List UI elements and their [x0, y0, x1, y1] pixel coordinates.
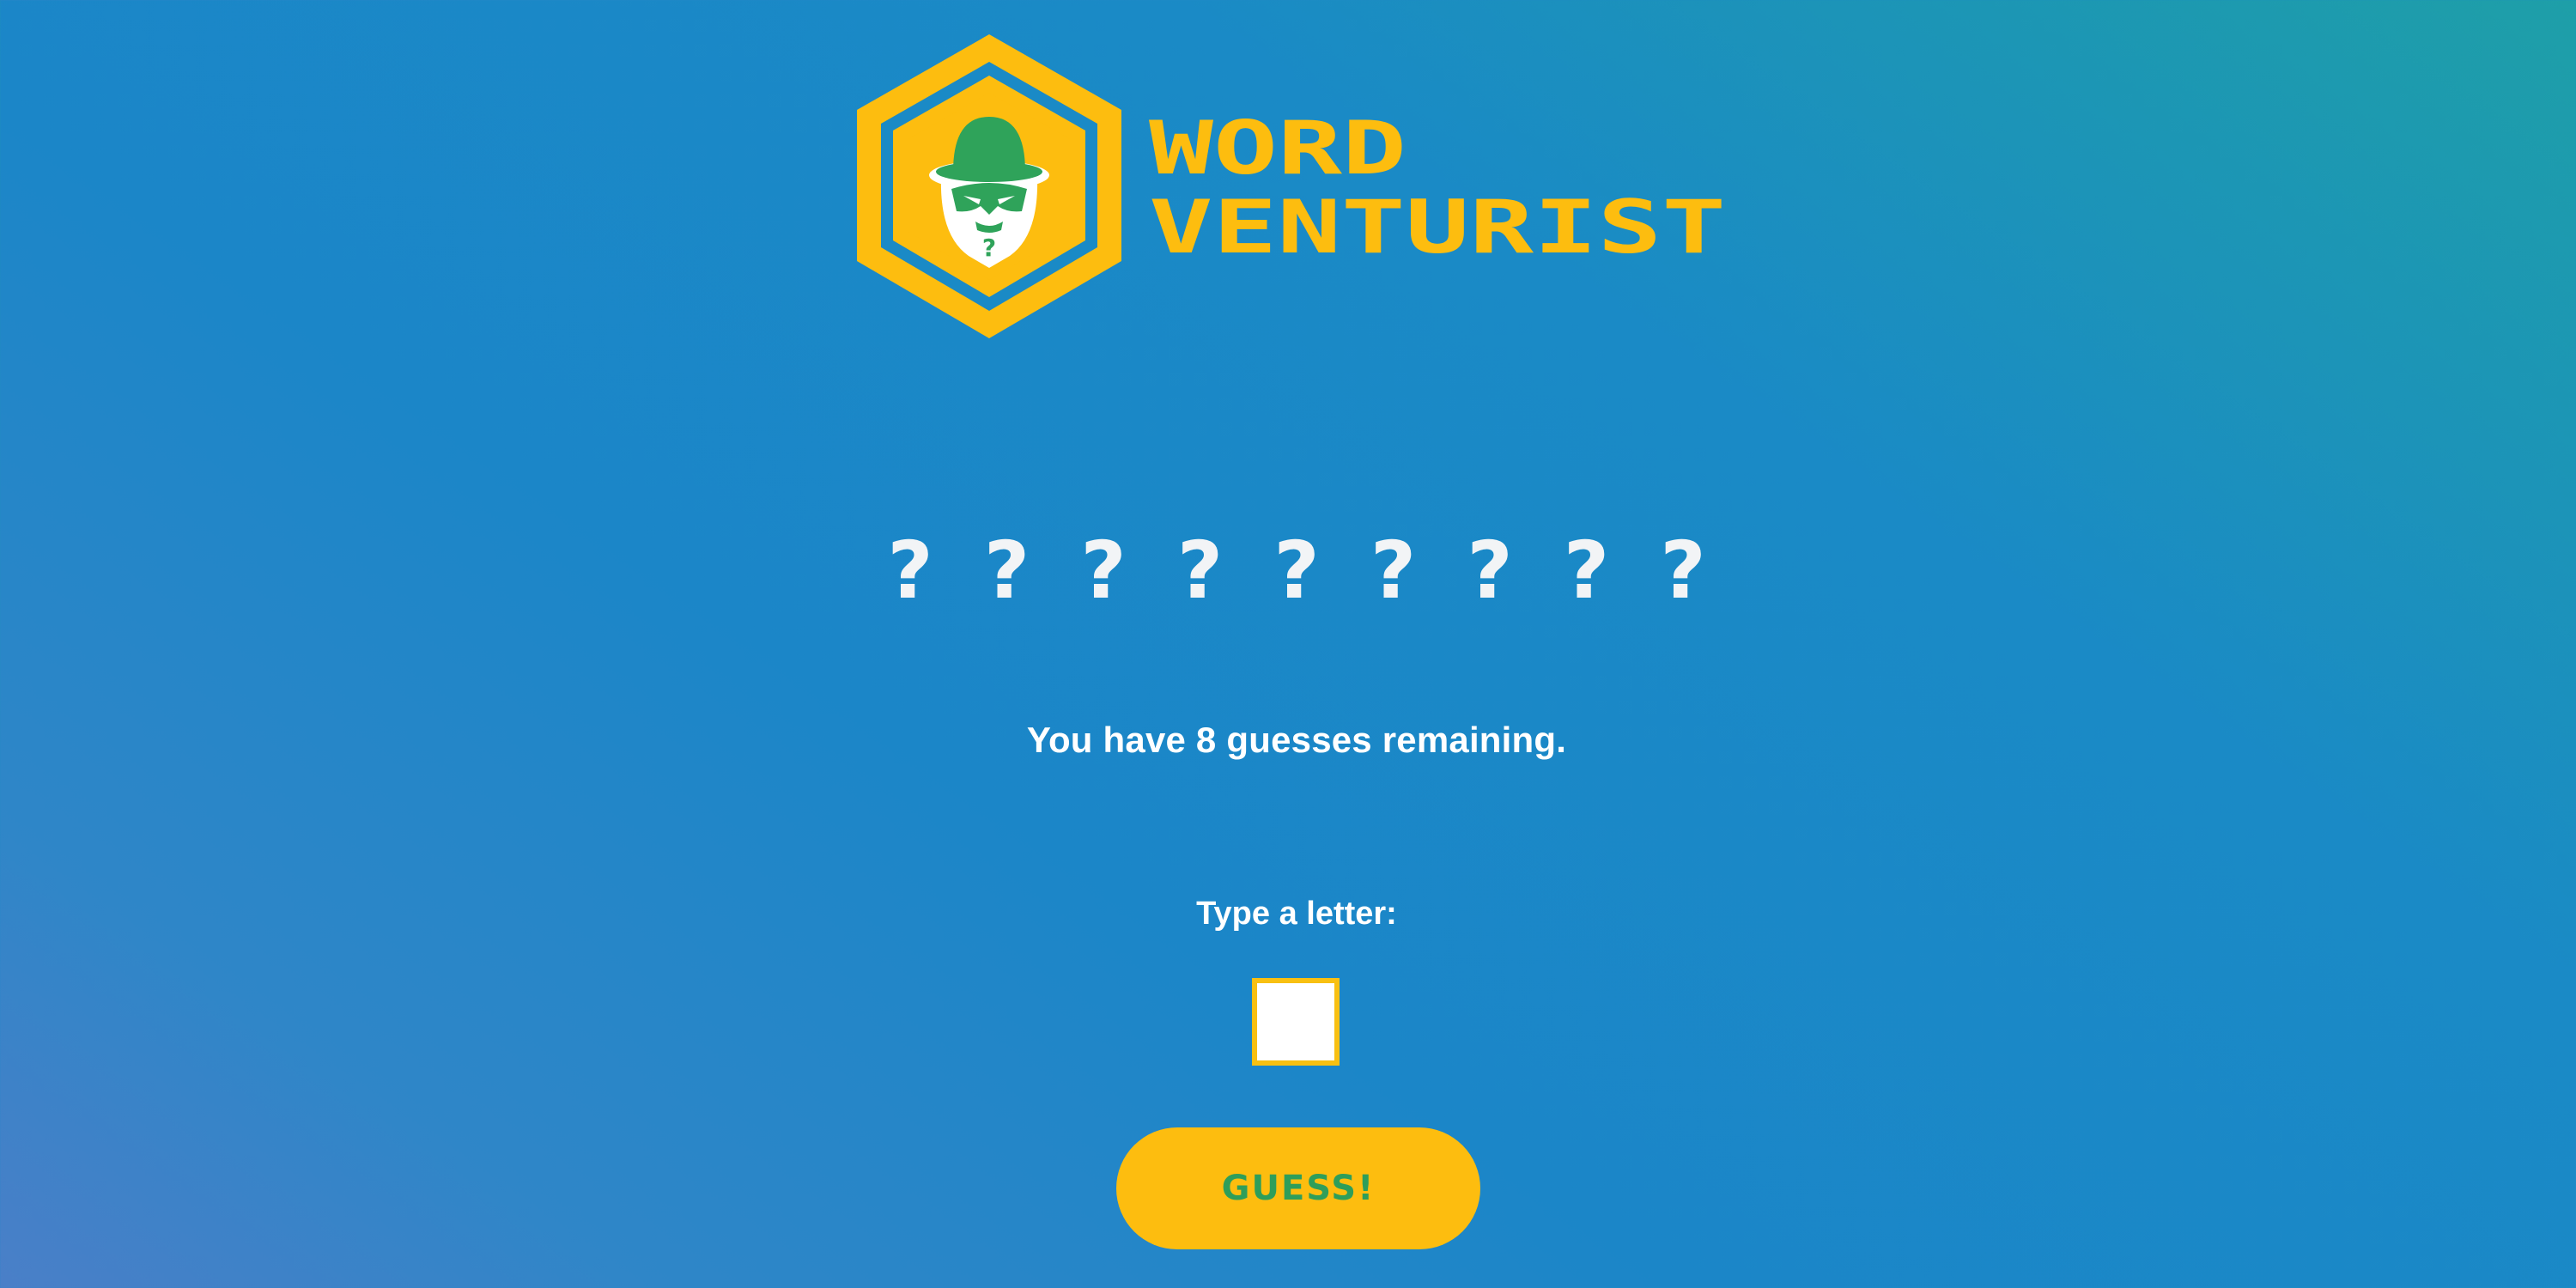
guess-button[interactable]: GUESS!	[1116, 1127, 1480, 1249]
letter-slot: ?	[1370, 525, 1417, 617]
letter-slot: ?	[983, 525, 1030, 617]
logo-word-line2: VENTURIST	[1149, 185, 1726, 270]
letter-slot: ?	[1080, 525, 1127, 617]
game-logo: ? WORD VENTURIST	[850, 31, 1743, 349]
letter-input[interactable]	[1252, 978, 1340, 1066]
logo-graphic: ? WORD VENTURIST	[857, 34, 1726, 338]
guesses-remaining-text: You have 8 guesses remaining.	[1026, 720, 1567, 760]
letter-slot: ?	[1273, 525, 1320, 617]
logo-word-line1: WORD	[1149, 106, 1406, 191]
letter-slot: ?	[887, 525, 933, 617]
mascot-question-mark: ?	[982, 234, 996, 262]
hidden-word-display: ? ? ? ? ? ? ? ? ?	[884, 524, 1709, 618]
letter-input-prompt: Type a letter:	[1196, 896, 1397, 932]
letter-slot: ?	[1660, 525, 1706, 617]
letter-slot: ?	[1176, 525, 1224, 617]
letter-slot: ?	[1467, 525, 1513, 617]
letter-slot: ?	[1563, 525, 1610, 617]
